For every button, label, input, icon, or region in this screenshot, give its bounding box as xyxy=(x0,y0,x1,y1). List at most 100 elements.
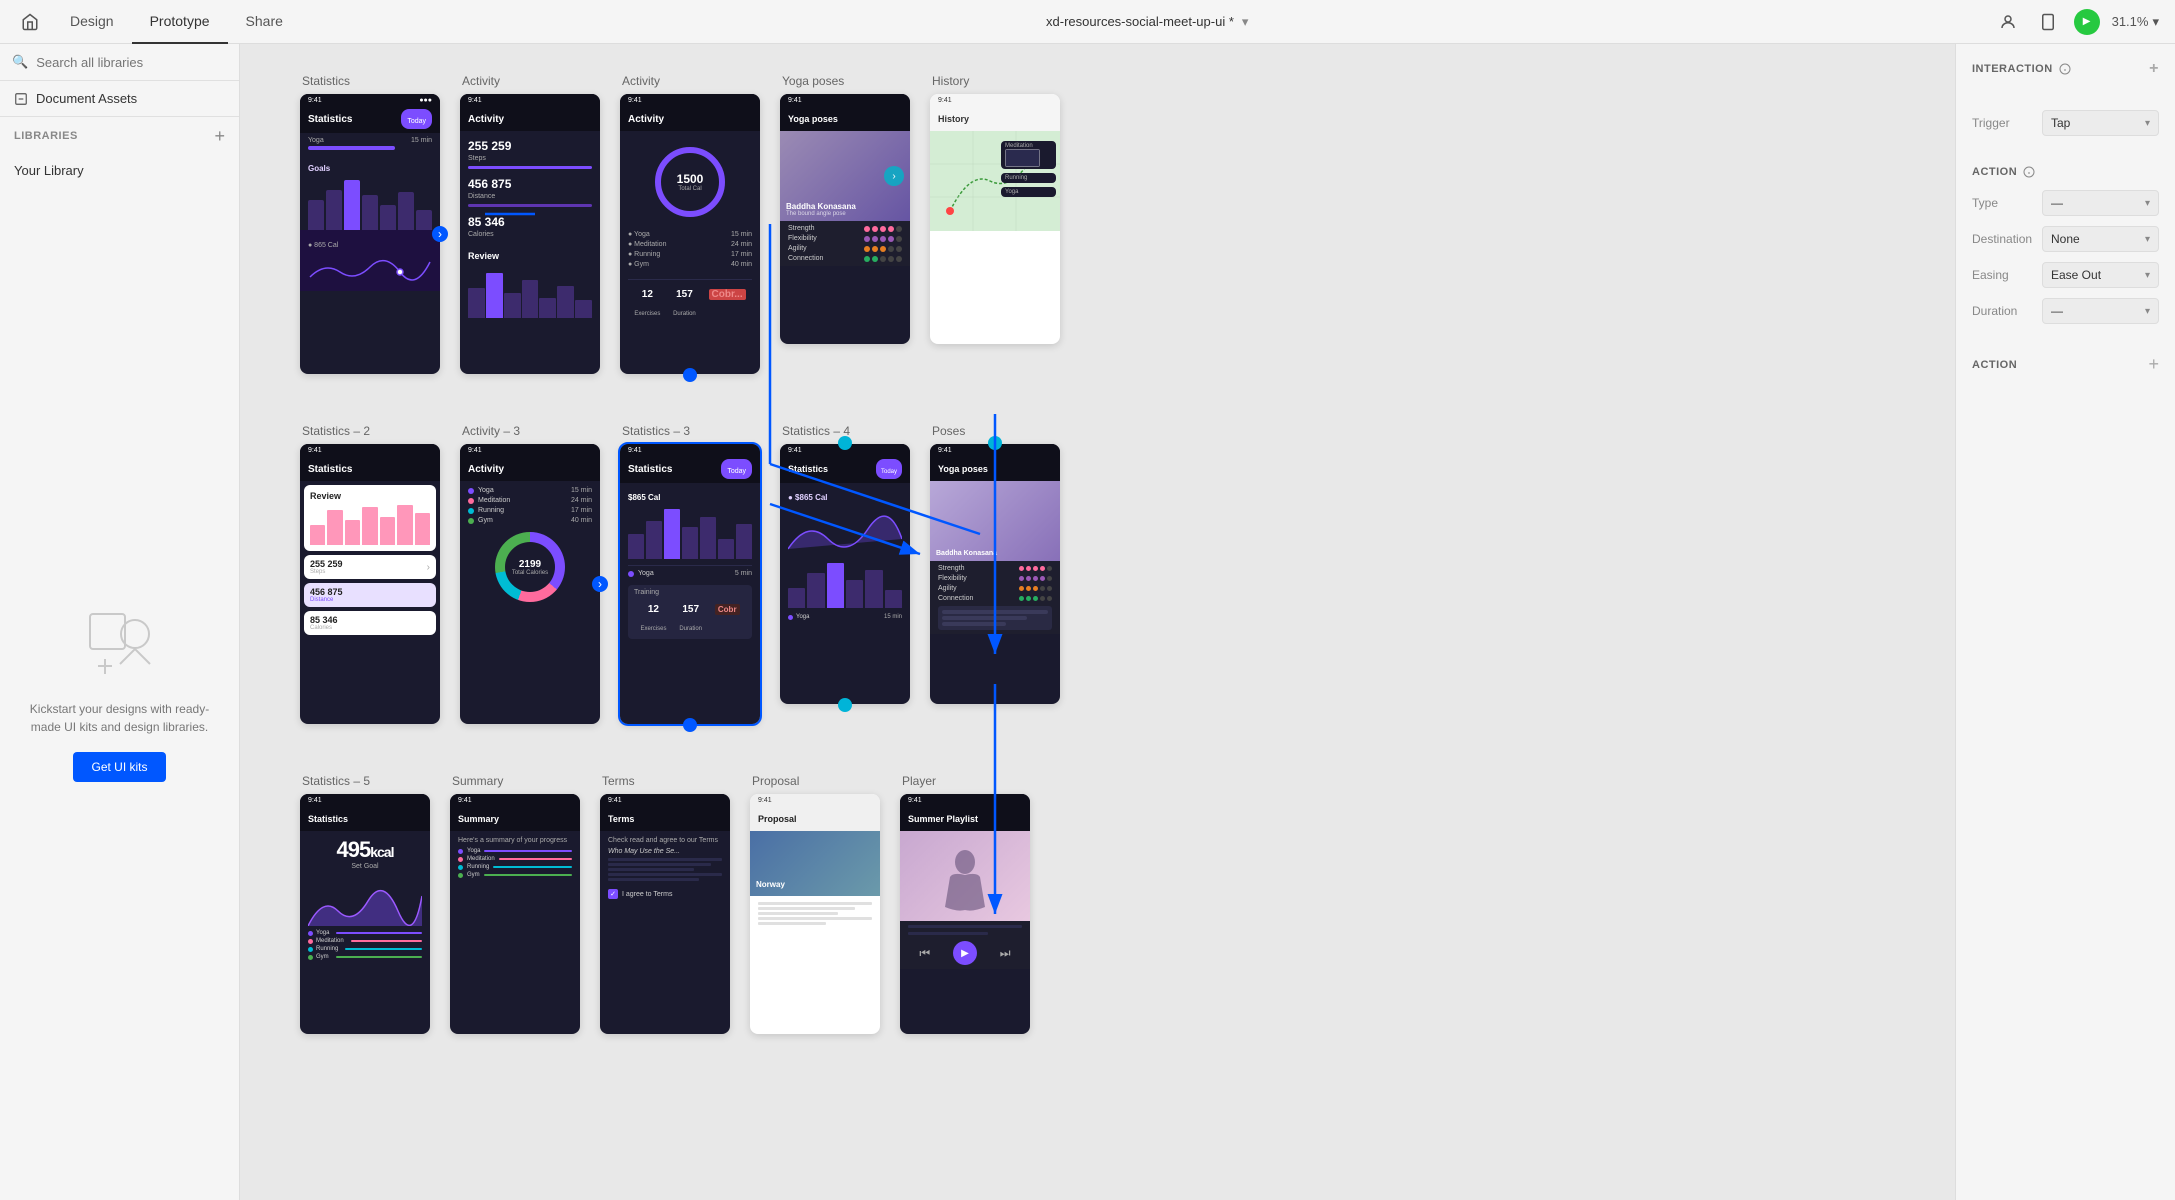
type-row: Type — ▾ xyxy=(1972,190,2159,216)
label-statistics-5: Statistics – 5 xyxy=(300,774,430,788)
group-terms: Terms 9:41 Terms Check read and agree to… xyxy=(600,774,730,1034)
group-statistics-5: Statistics – 5 9:41 Statistics 495kcal S… xyxy=(300,774,430,1034)
screen-wrapper-activity-3: 9:41 Activity Yoga 15 min xyxy=(460,444,600,724)
screen-statistics-2[interactable]: 9:41 Statistics Review xyxy=(300,444,440,724)
group-proposal: Proposal 9:41 Proposal Norway xyxy=(750,774,880,1034)
easing-chevron-icon: ▾ xyxy=(2145,270,2150,281)
screen-activity-3[interactable]: 9:41 Activity Yoga 15 min xyxy=(460,444,600,724)
group-activity-3: Activity – 3 9:41 Activity xyxy=(460,424,600,724)
title-chevron-icon[interactable]: ▾ xyxy=(1242,14,1249,30)
zoom-chevron-icon: ▾ xyxy=(2152,14,2159,30)
nav-tabs: Design Prototype Share xyxy=(52,0,301,44)
group-activity-circle: Activity 9:41 Activity 1500 Total Cal xyxy=(620,74,760,374)
tab-design[interactable]: Design xyxy=(52,0,132,44)
search-box: 🔍 xyxy=(0,44,239,81)
screen-wrapper-activity-circle: 9:41 Activity 1500 Total Cal xyxy=(620,94,760,374)
group-statistics-4: Statistics – 4 9:41 Statistics Today ● $… xyxy=(780,424,910,704)
type-chevron-icon: ▾ xyxy=(2145,198,2150,209)
duration-value: — xyxy=(2051,304,2063,318)
screen-wrapper-statistics-3: 9:41 Statistics Today $865 Cal xyxy=(620,444,760,724)
add-action-button[interactable]: + xyxy=(2148,354,2159,375)
document-assets-item[interactable]: Document Assets xyxy=(0,81,239,117)
screen-wrapper-statistics-4: 9:41 Statistics Today ● $865 Cal xyxy=(780,444,910,704)
trigger-select[interactable]: Tap ▾ xyxy=(2042,110,2159,136)
duration-select[interactable]: — ▾ xyxy=(2042,298,2159,324)
screen-wrapper-statistics: 9:41 ●●● Statistics Today xyxy=(300,94,440,374)
action-add-label: ACTION xyxy=(1972,359,2017,371)
label-yoga-poses: Yoga poses xyxy=(780,74,910,88)
promo-icon xyxy=(80,604,160,684)
screen-yoga-poses[interactable]: 9:41 Yoga poses Baddha Konasana The boun… xyxy=(780,94,910,344)
review-label-2: Review xyxy=(310,491,430,501)
destination-select[interactable]: None ▾ xyxy=(2042,226,2159,252)
action-title: ACTION xyxy=(1972,166,2159,178)
screen-statistics-title: Statistics xyxy=(308,114,352,125)
screen-statistics-5-title: Statistics xyxy=(308,814,348,824)
label-terms: Terms xyxy=(600,774,730,788)
screen-wrapper-poses: 9:41 Yoga poses Baddha Konasana xyxy=(930,444,1060,704)
connector-dot-statistics-3 xyxy=(683,718,697,732)
screen-statistics-3[interactable]: 9:41 Statistics Today $865 Cal xyxy=(620,444,760,724)
zoom-display[interactable]: 31.1% ▾ xyxy=(2112,14,2159,30)
screen-terms[interactable]: 9:41 Terms Check read and agree to our T… xyxy=(600,794,730,1034)
type-select[interactable]: — ▾ xyxy=(2042,190,2159,216)
screen-history[interactable]: 9:41 History xyxy=(930,94,1060,344)
group-history: History 9:41 History xyxy=(930,74,1060,344)
screen-statistics[interactable]: 9:41 ●●● Statistics Today xyxy=(300,94,440,374)
easing-row: Easing Ease Out ▾ xyxy=(1972,262,2159,288)
canvas-inner: Statistics 9:41 ●●● Statistics xyxy=(240,44,1955,1200)
left-panel: 🔍 Document Assets LIBRARIES + Your Libra… xyxy=(0,44,240,1200)
screen-poses[interactable]: 9:41 Yoga poses Baddha Konasana xyxy=(930,444,1060,704)
arrow-out-statistics[interactable] xyxy=(432,226,448,242)
screen-statistics-4[interactable]: 9:41 Statistics Today ● $865 Cal xyxy=(780,444,910,704)
device-icon[interactable] xyxy=(2034,8,2062,36)
screen-activity-circle[interactable]: 9:41 Activity 1500 Total Cal xyxy=(620,94,760,374)
screen-activity-1[interactable]: 9:41 Activity 255 259 Steps 456 875 xyxy=(460,94,600,374)
connector-dot-activity-circle xyxy=(683,368,697,382)
group-player: Player 9:41 Summer Playlist xyxy=(900,774,1030,1034)
type-label: Type xyxy=(1972,196,2042,210)
row3: Statistics – 5 9:41 Statistics 495kcal S… xyxy=(300,774,1030,1034)
group-activity-1: Activity 9:41 Activity 255 259 Steps xyxy=(460,74,600,374)
trigger-label: Trigger xyxy=(1972,116,2042,130)
pose-name-label: Baddha Konasana xyxy=(786,202,856,211)
easing-select[interactable]: Ease Out ▾ xyxy=(2042,262,2159,288)
duration-row: Duration — ▾ xyxy=(1972,298,2159,324)
your-library-item[interactable]: Your Library xyxy=(0,155,239,186)
norway-text: Norway xyxy=(756,880,785,889)
right-panel: INTERACTION + Trigger Tap ▾ ACTION Type … xyxy=(1955,44,2175,1200)
duration-label: Duration xyxy=(1972,304,2042,318)
label-proposal: Proposal xyxy=(750,774,880,788)
screen-statistics-4-title: Statistics xyxy=(788,464,828,474)
doc-assets-label: Document Assets xyxy=(36,91,137,106)
screen-poses-title: Yoga poses xyxy=(938,464,988,474)
canvas[interactable]: Statistics 9:41 ●●● Statistics xyxy=(240,44,1955,1200)
group-statistics-3: Statistics – 3 9:41 Statistics Today $86… xyxy=(620,424,760,724)
destination-row: Destination None ▾ xyxy=(1972,226,2159,252)
add-interaction-button[interactable]: + xyxy=(2149,60,2159,78)
action-section-header: ACTION Type — ▾ Destination None ▾ Easin… xyxy=(1972,166,2159,334)
play-button[interactable]: ▶ xyxy=(2074,9,2100,35)
search-icon: 🔍 xyxy=(12,54,28,70)
home-icon[interactable] xyxy=(8,0,52,44)
screen-terms-title: Terms xyxy=(608,814,634,824)
add-library-button[interactable]: + xyxy=(214,127,225,145)
screen-player[interactable]: 9:41 Summer Playlist xyxy=(900,794,1030,1034)
screen-statistics-5[interactable]: 9:41 Statistics 495kcal Set Goal xyxy=(300,794,430,1034)
screen-player-title: Summer Playlist xyxy=(908,814,978,824)
screen-summary[interactable]: 9:41 Summary Here's a summary of your pr… xyxy=(450,794,580,1034)
get-ui-kits-button[interactable]: Get UI kits xyxy=(73,752,165,782)
arrow-out-activity-3[interactable] xyxy=(592,576,608,592)
easing-value: Ease Out xyxy=(2051,268,2101,282)
profile-icon[interactable] xyxy=(1994,8,2022,36)
duration-chevron-icon: ▾ xyxy=(2145,306,2150,317)
tab-prototype[interactable]: Prototype xyxy=(132,0,228,44)
libraries-header: LIBRARIES + xyxy=(0,117,239,155)
tab-share[interactable]: Share xyxy=(228,0,301,44)
search-input[interactable] xyxy=(36,55,227,70)
file-title: xd-resources-social-meet-up-ui * xyxy=(1046,14,1234,29)
action-add-row: ACTION + xyxy=(1972,354,2159,375)
trigger-chevron-icon: ▾ xyxy=(2145,118,2150,129)
info-icon xyxy=(2059,63,2071,75)
screen-proposal[interactable]: 9:41 Proposal Norway xyxy=(750,794,880,1034)
